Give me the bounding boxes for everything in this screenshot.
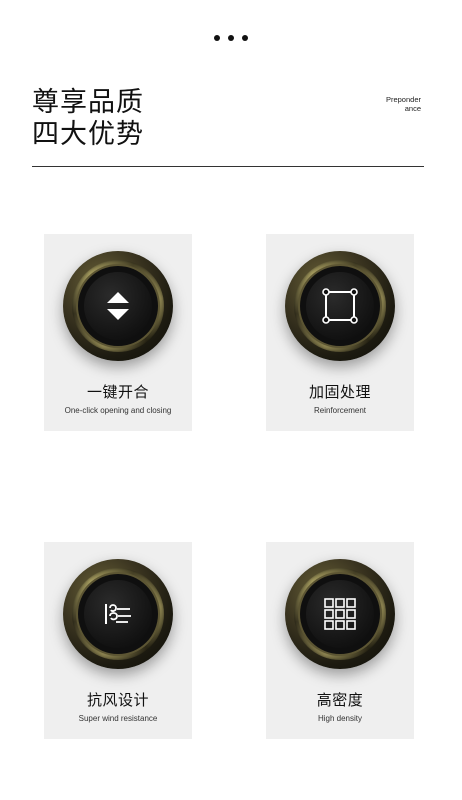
feature-title: 高密度 — [316, 692, 364, 709]
knob — [285, 559, 395, 669]
divider — [32, 166, 424, 167]
feature-title: 加固处理 — [308, 384, 371, 401]
title-line-1: 尊享品质 — [32, 87, 144, 117]
grid-density-icon — [324, 598, 356, 630]
feature-subtitle: One-click opening and closing — [64, 406, 172, 415]
dot — [242, 35, 248, 41]
knob — [285, 251, 395, 361]
side-tag-line-1: Preponder — [385, 95, 421, 104]
feature-subtitle: Super wind resistance — [78, 714, 158, 723]
feature-card-reinforcement: 加固处理 Reinforcement — [266, 234, 414, 431]
dot — [214, 35, 220, 41]
feature-subtitle: High density — [317, 714, 363, 723]
feature-card-density: 高密度 High density — [266, 542, 414, 739]
dot — [228, 35, 234, 41]
feature-card-wind: 抗风设计 Super wind resistance — [44, 542, 192, 739]
title-line-2: 四大优势 — [32, 119, 144, 149]
menu-dots[interactable] — [0, 35, 462, 41]
side-tag-line-2: ance — [404, 104, 421, 113]
feature-subtitle: Reinforcement — [313, 406, 367, 415]
feature-title: 一键开合 — [86, 384, 149, 401]
reinforced-frame-icon — [322, 288, 358, 324]
wind-icon — [105, 604, 131, 624]
feature-title: 抗风设计 — [86, 692, 149, 709]
side-tag: Preponder ance — [361, 95, 421, 113]
knob — [63, 559, 173, 669]
up-down-arrows-icon — [107, 292, 129, 320]
feature-card-one-click: 一键开合 One-click opening and closing — [44, 234, 192, 431]
knob — [63, 251, 173, 361]
page-title: 尊享品质 四大优势 — [32, 86, 144, 150]
